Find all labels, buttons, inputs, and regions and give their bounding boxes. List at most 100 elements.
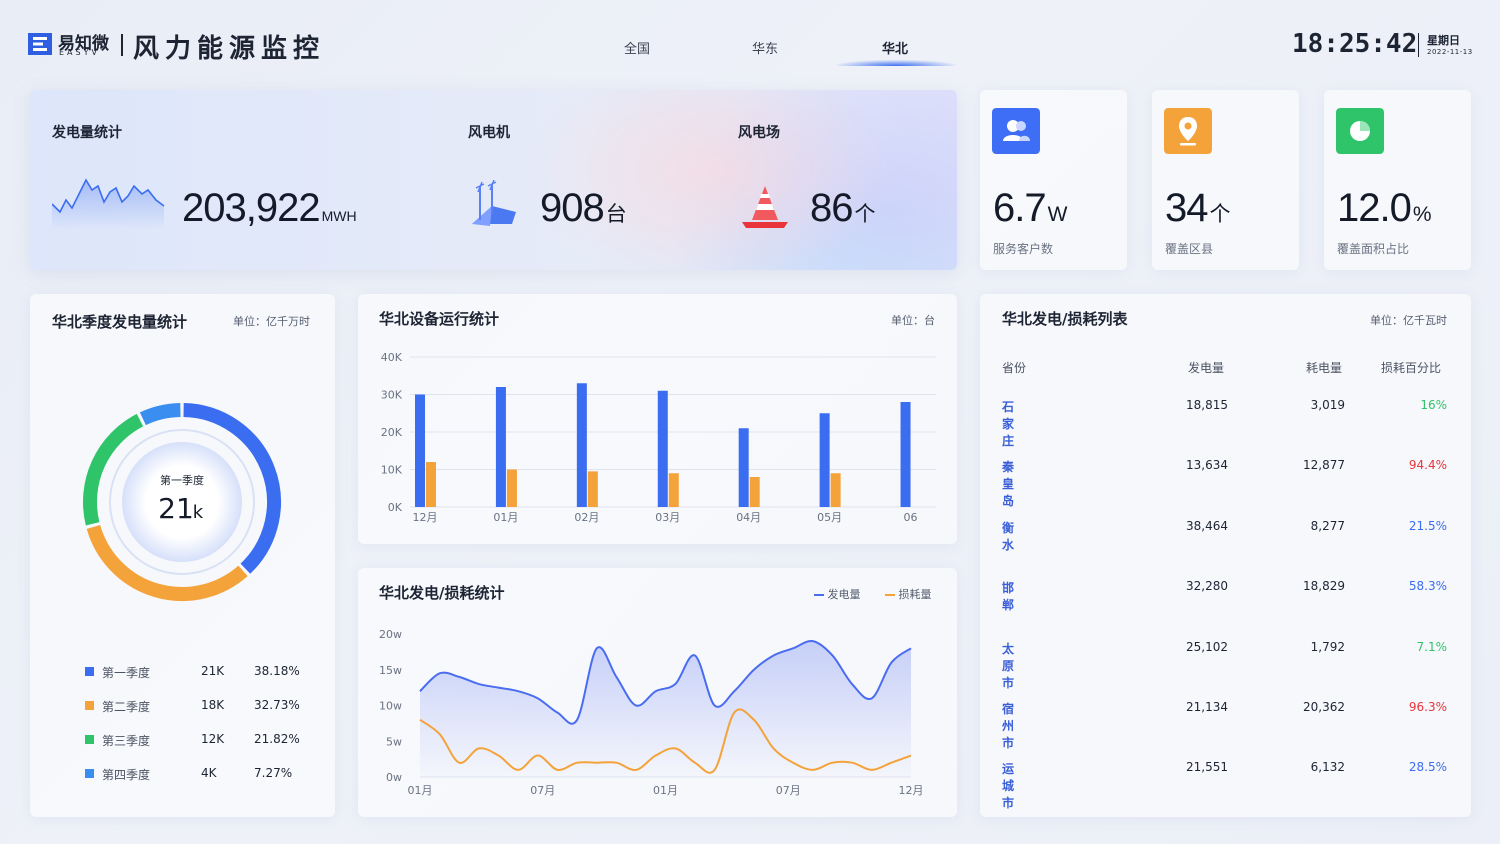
legend-loss: 损耗量 — [885, 586, 932, 602]
bar-primary[interactable] — [415, 394, 425, 508]
legend-value: 12K — [201, 732, 225, 746]
weekday: 星期日 — [1427, 34, 1460, 47]
y-tick-label: 10K — [381, 464, 403, 477]
donut-center-unit: k — [193, 502, 204, 523]
device-panel-unit: 单位：台 — [891, 314, 935, 327]
legend-name: 第三季度 — [102, 734, 151, 748]
bar-primary[interactable] — [900, 402, 911, 507]
date: 2022-11-13 — [1427, 48, 1473, 56]
kpi-label: 覆盖面积占比 — [1337, 242, 1410, 256]
generation-cell: 32,280 — [1186, 579, 1228, 594]
generation-cell: 38,464 — [1186, 518, 1228, 533]
generation-cell: 21,551 — [1186, 760, 1228, 775]
bar-secondary[interactable] — [668, 473, 679, 507]
percent-cell: 21.5% — [1408, 518, 1447, 533]
logo-subtext: EASYV — [59, 48, 100, 57]
tab-national[interactable]: 全国 — [597, 38, 677, 57]
bar-primary[interactable] — [576, 383, 587, 507]
generation-cell: 25,102 — [1186, 639, 1228, 654]
column-header: 损耗百分比 — [1381, 361, 1442, 375]
percent-cell: 94.4% — [1408, 458, 1447, 473]
kpi-card-districts: 34个 覆盖区县 — [1152, 90, 1299, 270]
clock: 18:25:42 — [1292, 29, 1418, 59]
clock-divider — [1418, 33, 1419, 57]
location-pin-icon — [1164, 108, 1212, 154]
kpi-label: 覆盖区县 — [1165, 242, 1214, 256]
header-divider — [121, 34, 123, 56]
legend-percent: 38.18% — [254, 664, 300, 678]
column-header: 发电量 — [1188, 361, 1225, 375]
percent-cell: 7.1% — [1416, 639, 1448, 654]
percent-cell: 58.3% — [1408, 579, 1447, 594]
bar-primary[interactable] — [657, 390, 668, 507]
active-tab-indicator — [836, 60, 956, 66]
kpi-value: 6.7W — [993, 186, 1068, 230]
x-tick-label: 01月 — [653, 784, 678, 797]
bar-primary[interactable] — [495, 387, 506, 507]
y-tick-label: 30K — [381, 389, 403, 402]
wind-turbine-icon — [472, 180, 516, 226]
x-tick-label: 03月 — [655, 511, 680, 524]
percent-cell: 96.3% — [1408, 700, 1447, 714]
kpi-card-coverage: 12.0% 覆盖面积占比 — [1324, 90, 1471, 270]
legend-swatch — [85, 735, 94, 744]
province-cell: 邯郸 — [1002, 581, 1015, 613]
legend-value: 21K — [201, 664, 225, 678]
bar-primary[interactable] — [819, 413, 830, 507]
legend-percent: 21.82% — [254, 732, 300, 746]
power-stat-value: 203,922 MWH — [182, 186, 357, 230]
x-tick-label: 02月 — [574, 511, 599, 524]
x-tick-label: 12月 — [413, 511, 438, 524]
y-tick-label: 0w — [386, 771, 402, 784]
legend-name: 第二季度 — [102, 700, 151, 714]
bar-secondary[interactable] — [587, 471, 598, 507]
user-icon — [992, 108, 1040, 154]
quarter-panel-unit: 单位：亿千万时 — [233, 315, 310, 328]
legend-item: 第四季度 4K 7.27% — [85, 766, 305, 782]
province-cell: 衡水 — [1002, 520, 1015, 552]
legend-item: 第二季度 18K 32.73% — [85, 698, 305, 714]
farm-stat-value: 86个 — [810, 186, 876, 230]
x-tick-label: 01月 — [408, 784, 433, 797]
consumption-cell: 18,829 — [1303, 579, 1345, 594]
table-panel-unit: 单位：亿千瓦时 — [1370, 314, 1447, 327]
device-bar-chart: 0K 10K 20K 30K 40K 12月 01月 02月 03月 04月 05月 06 — [381, 351, 936, 524]
kpi-value: 34个 — [1165, 186, 1231, 230]
logo-icon — [28, 33, 52, 55]
tab-east-china[interactable]: 华东 — [725, 38, 805, 57]
loss-area-chart: 0w 5w 10w 15w 20w 01月 07月 01月 07月 12月 — [379, 628, 924, 797]
tab-north-china[interactable]: 华北 — [855, 38, 935, 57]
turbine-stat-value: 908台 — [540, 186, 627, 230]
legend-power: 发电量 — [814, 586, 861, 602]
generation-cell: 21,134 — [1186, 700, 1228, 714]
percent-cell: 16% — [1420, 398, 1447, 412]
province-cell: 运城市 — [1002, 762, 1015, 811]
legend-value: 18K — [201, 698, 225, 712]
legend-name: 第一季度 — [102, 666, 151, 680]
bar-secondary[interactable] — [830, 473, 841, 507]
x-tick-label: 06 — [904, 511, 918, 524]
quarter-panel-title: 华北季度发电量统计 — [52, 313, 188, 331]
x-tick-label: 04月 — [736, 511, 761, 524]
legend-swatch — [85, 667, 94, 676]
legend-value: 4K — [201, 766, 217, 780]
province-cell: 宿州市 — [1002, 702, 1015, 750]
column-header: 耗电量 — [1306, 361, 1343, 375]
province-cell: 秦皇岛 — [1002, 460, 1015, 509]
x-tick-label: 07月 — [530, 784, 555, 797]
legend-percent: 7.27% — [254, 766, 293, 780]
kpi-label: 服务客户数 — [993, 242, 1054, 256]
pie-chart-icon — [1336, 108, 1384, 154]
donut-slice[interactable] — [139, 403, 181, 426]
consumption-cell: 12,877 — [1303, 458, 1345, 473]
province-cell: 太原市 — [1002, 641, 1015, 690]
bar-secondary[interactable] — [426, 462, 436, 507]
bar-secondary[interactable] — [506, 469, 517, 508]
consumption-cell: 1,792 — [1310, 639, 1345, 654]
bar-secondary[interactable] — [749, 477, 760, 507]
y-tick-label: 15w — [379, 664, 402, 677]
y-tick-label: 0K — [388, 501, 403, 514]
x-tick-label: 05月 — [817, 511, 842, 524]
consumption-cell: 3,019 — [1310, 398, 1345, 412]
bar-primary[interactable] — [738, 428, 749, 507]
